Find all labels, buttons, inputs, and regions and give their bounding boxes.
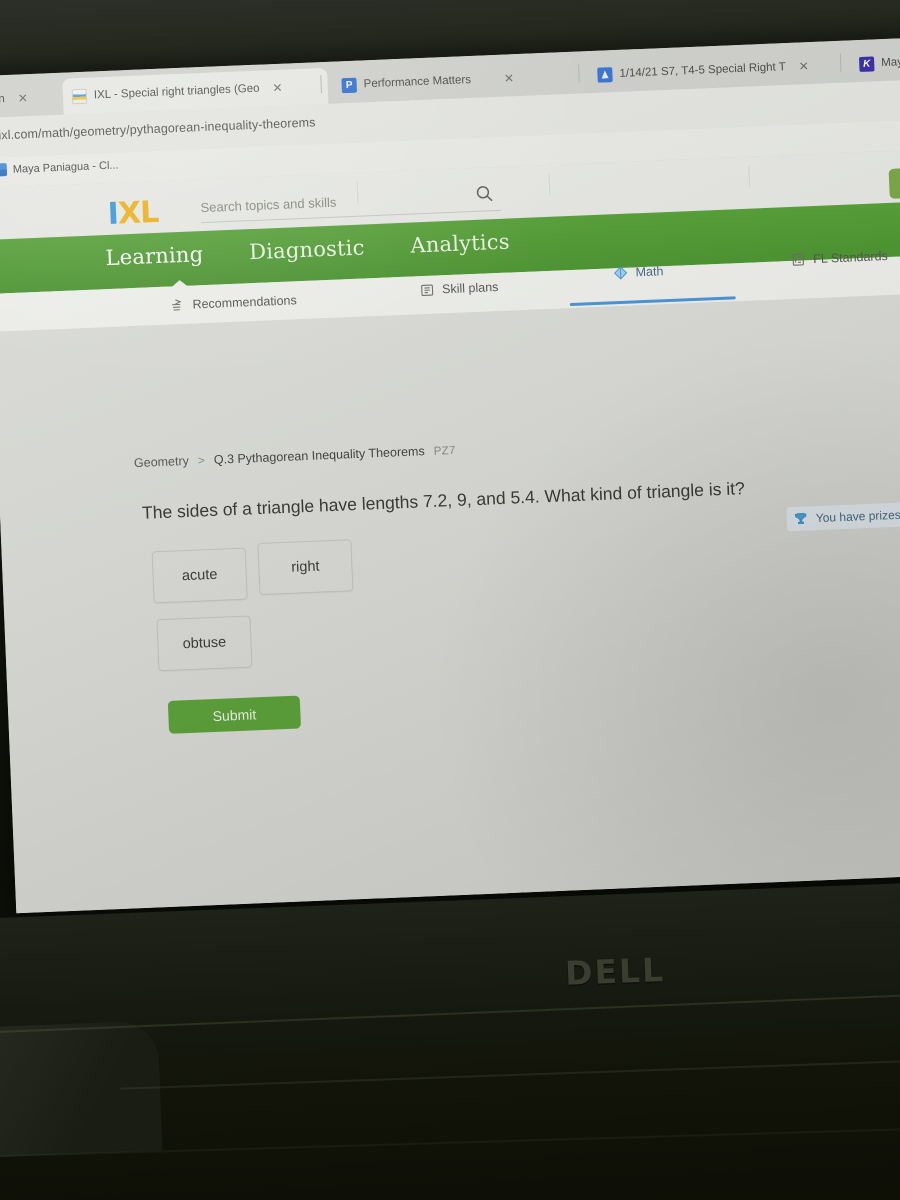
kahoot-favicon: K <box>858 55 875 72</box>
standards-icon <box>792 253 804 266</box>
chevron-right-icon: > <box>197 453 206 468</box>
submit-button[interactable]: Submit <box>167 695 302 734</box>
math-diamond-icon <box>613 266 628 280</box>
tab-title: May <box>880 56 900 70</box>
address-bar[interactable]: ixl.com/math/geometry/pythagorean-inequa… <box>0 115 316 142</box>
breadcrumb: Geometry > Q.3 Pythagorean Inequality Th… <box>134 443 456 470</box>
subnav-label: Skill plans <box>441 280 499 297</box>
close-icon[interactable]: ✕ <box>18 91 29 105</box>
breadcrumb-skill-code: PZ7 <box>433 444 456 458</box>
bookmark-item-classroom[interactable]: Maya Paniagua - Cl... <box>0 158 119 177</box>
search-input[interactable] <box>200 187 501 216</box>
close-icon[interactable]: ✕ <box>272 81 283 95</box>
laptop-deck-notch <box>0 1020 163 1160</box>
bookmark-label: Maya Paniagua - Cl... <box>12 158 119 176</box>
prizes-banner[interactable]: You have prizes <box>786 502 900 532</box>
recommendations-icon <box>172 299 182 311</box>
ixl-page: IXL Learning Diagnostic Analytics <box>0 149 900 914</box>
tab-title: Performance Matters <box>363 73 472 91</box>
nav-item-diagnostic[interactable]: Diagnostic <box>249 235 365 264</box>
ixl-logo[interactable]: I XL <box>107 194 159 232</box>
browser-tab-0[interactable]: ality Th ✕ <box>0 78 71 119</box>
nav-item-learning[interactable]: Learning <box>105 242 204 270</box>
tab-separator <box>578 64 580 83</box>
ixl-favicon <box>71 88 88 104</box>
answer-choice-acute[interactable]: acute <box>151 547 248 604</box>
tab-title: ality Th <box>0 93 6 107</box>
ixl-logo-xl: XL <box>117 194 159 232</box>
question-text: The sides of a triangle have lengths 7.2… <box>141 478 746 523</box>
trophy-icon <box>794 512 807 525</box>
skill-plans-icon <box>421 284 434 296</box>
search-icon[interactable] <box>474 183 495 204</box>
nav-item-analytics[interactable]: Analytics <box>410 230 510 258</box>
laptop-screen: ality Th ✕ IXL - Special right triangles… <box>0 37 900 914</box>
close-icon[interactable]: ✕ <box>504 71 515 85</box>
tab-title: IXL - Special right triangles (Geo <box>93 82 260 102</box>
subnav-label: FL Standards <box>812 249 889 267</box>
browser-tab-4[interactable]: K May <box>850 43 900 83</box>
search-field-wrapper <box>200 186 501 224</box>
breadcrumb-skill: Q.3 Pythagorean Inequality Theorems <box>213 444 425 467</box>
subnav-label: Math <box>635 264 664 280</box>
close-icon[interactable]: ✕ <box>798 59 809 73</box>
prizes-label: You have prizes <box>815 507 900 526</box>
header-action-button[interactable] <box>888 167 900 199</box>
dell-logo-text: DELL <box>564 950 666 993</box>
laptop-photo: ality Th ✕ IXL - Special right triangles… <box>0 0 900 1200</box>
subnav-item-skill-plans[interactable]: Skill plans <box>419 279 499 298</box>
subnav-label: Recommendations <box>192 293 297 312</box>
bookmark-icon <box>0 163 8 177</box>
performance-matters-favicon: P <box>341 77 357 93</box>
dell-logo: DELL <box>564 950 665 993</box>
tab-title: 1/14/21 S7, T4-5 Special Right T <box>619 61 786 80</box>
answer-choice-right[interactable]: right <box>257 539 354 596</box>
breadcrumb-subject[interactable]: Geometry <box>134 454 189 470</box>
google-docs-favicon <box>597 66 613 83</box>
subnav-item-math[interactable]: Math <box>612 263 664 281</box>
answer-choice-obtuse[interactable]: obtuse <box>156 615 253 672</box>
